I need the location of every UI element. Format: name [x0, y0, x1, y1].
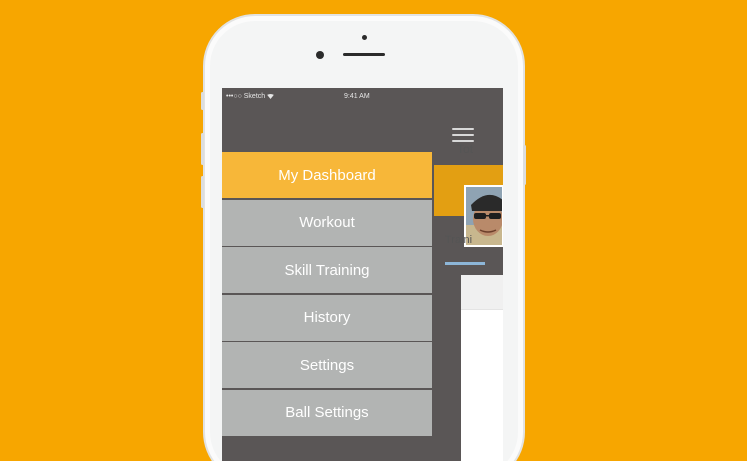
menu-item-skill-training[interactable]: Skill Training — [222, 247, 432, 293]
menu-item-settings[interactable]: Settings — [222, 342, 432, 388]
status-time: 9:41 AM — [344, 93, 370, 100]
wifi-icon — [267, 93, 274, 99]
front-camera — [316, 51, 324, 59]
stats-card-progress-bar — [445, 262, 485, 265]
carrier-signal: •••○○ Sketch — [226, 93, 274, 100]
phone-volume-up — [201, 133, 204, 165]
menu-item-my-dashboard[interactable]: My Dashboard — [222, 152, 432, 198]
stats-card-training-label: Traini — [445, 234, 473, 246]
earpiece-speaker — [343, 53, 385, 56]
status-bar: •••○○ Sketch 9:41 AM — [222, 88, 434, 106]
phone-mute-switch — [201, 92, 204, 110]
phone-screen: •••○○ Sketch 9:41 AM My Dashboard Workou… — [222, 88, 503, 461]
proximity-sensor — [362, 35, 367, 40]
menu-item-history[interactable]: History — [222, 294, 432, 341]
menu-item-workout[interactable]: Workout — [222, 199, 432, 246]
phone-power-button — [523, 145, 526, 185]
stats-card — [461, 275, 503, 461]
menu-item-ball-settings[interactable]: Ball Settings — [222, 389, 432, 436]
stats-card-header — [461, 275, 503, 310]
stats-card-total-label: Tot — [457, 142, 474, 156]
carrier-label: •••○○ Sketch — [226, 93, 266, 100]
phone-volume-down — [201, 176, 204, 208]
side-menu-panel: •••○○ Sketch 9:41 AM My Dashboard Workou… — [222, 88, 432, 461]
menu-list: My Dashboard Workout Skill Training Hist… — [222, 152, 432, 437]
main-content-peek: Tot Traini — [434, 88, 503, 461]
